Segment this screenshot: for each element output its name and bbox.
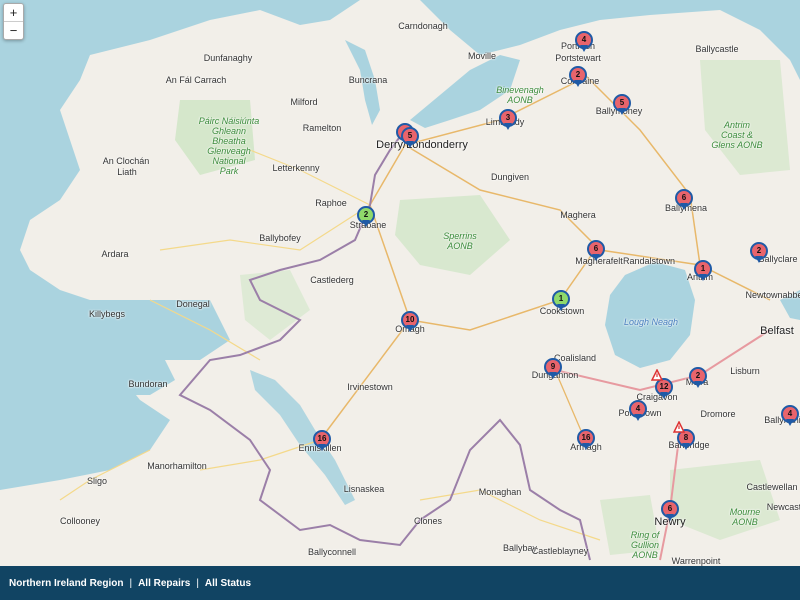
place-label-maghera: Maghera [560,210,596,220]
marker-pin-icon [318,444,326,451]
place-label-derry: Derry/Londonderry [376,139,468,151]
map-marker-moira[interactable]: 2 [689,367,707,391]
map-marker-portadown[interactable]: 4 [629,400,647,424]
place-label-dromore: Dromore [700,409,736,419]
place-label-ballybofey: Ballybofey [259,233,301,243]
place-label-collooney: Collooney [59,516,101,526]
map-marker-cookstown[interactable]: 1 [552,290,570,314]
place-label-donegal: Donegal [176,299,210,309]
map-marker-ballymoney[interactable]: 5 [613,94,631,118]
map-marker-ballyclare[interactable]: 2 [750,242,768,266]
all-repairs-link[interactable]: All Repairs [138,578,190,589]
marker-pin-icon [592,254,600,261]
marker-pin-icon [549,372,557,379]
marker-pin-icon [362,220,370,227]
place-label-mourne: Mourne AONB [729,507,761,527]
separator: | [196,577,199,589]
footer-bar: Northern Ireland Region | All Repairs | … [0,566,800,600]
map-marker-armagh[interactable]: 16 [577,429,595,453]
place-label-liath: Liath [117,167,137,177]
place-label-newtownabbey: Newtownabbe [745,290,800,300]
map-marker-coleraine[interactable]: 2 [569,66,587,90]
place-label-dungiven: Dungiven [490,172,530,182]
marker-pin-icon [666,514,674,521]
marker-pin-icon [680,203,688,210]
place-label-milford: Milford [290,97,318,107]
region-link[interactable]: Northern Ireland Region [9,578,123,589]
map-marker-ballymena[interactable]: 6 [675,189,693,213]
marker-pin-icon [618,108,626,115]
map-marker-magherafelt[interactable]: 6 [587,240,605,264]
place-label-anclochan: An Clochán [102,156,150,166]
place-label-binevenagh: Binevenagh AONB [496,85,544,105]
map-marker-derry-b[interactable]: 5 [401,127,419,151]
place-label-antrimcoast: Antrim Coast & Glens AONB [711,120,763,150]
marker-pin-icon [660,392,668,399]
marker-pin-icon [582,443,590,450]
place-label-sperrins: Sperrins AONB [443,231,477,251]
place-label-castlewellan: Castlewellan [746,482,798,492]
place-label-clones: Clones [413,516,443,526]
place-label-lisburn: Lisburn [730,366,760,376]
map-marker-limavady[interactable]: 3 [499,109,517,133]
place-label-killybegs: Killybegs [88,309,126,319]
marker-pin-icon [694,381,702,388]
place-label-ringofgullion: Ring of Gullion AONB [630,530,660,560]
marker-pin-icon [580,45,588,52]
map-marker-ballynahinch[interactable]: 4 [781,405,799,429]
place-label-ballyconnell: Ballyconnell [307,547,357,557]
marker-pin-icon [406,325,414,332]
place-label-belfast: Belfast [760,325,794,337]
place-label-warrenpoint: Warrenpoint [671,556,721,566]
map-marker-portrush[interactable]: 4 [575,31,593,55]
map-marker-newry[interactable]: 6 [661,500,679,524]
place-label-dunfanaghy: Dunfanaghy [203,53,253,63]
place-label-moville: Moville [467,51,497,61]
map-marker-enniskillen[interactable]: 16 [313,430,331,454]
place-label-glenveagh: Páirc Náisiúnta Ghleann Bheatha Glenveag… [198,116,260,176]
place-label-carndonagh: Carndonagh [398,21,448,31]
place-label-randalstown: Randalstown [622,256,676,266]
place-label-anfalcarrach: An Fál Carrach [165,75,227,85]
place-label-sligo: Sligo [86,476,108,486]
zoom-control: + − [3,3,24,40]
all-status-link[interactable]: All Status [205,578,251,589]
separator: | [129,577,133,589]
marker-pin-icon [406,141,414,148]
base-map [0,0,800,566]
place-label-lisnaskea: Lisnaskea [343,484,385,494]
marker-pin-icon [574,80,582,87]
place-label-manorhamilton: Manorhamilton [147,461,207,471]
marker-pin-icon [682,443,690,450]
map-view[interactable]: Carndonagh Dunfanaghy An Fál Carrach Milfor… [0,0,800,566]
place-label-newcastle: Newcastl [766,502,800,512]
marker-pin-icon [634,414,642,421]
map-marker-craigavon[interactable]: 12 [655,378,673,402]
marker-pin-icon [504,123,512,130]
warning-icon[interactable] [673,421,685,433]
marker-pin-icon [699,274,707,281]
place-label-monaghan: Monaghan [478,487,522,497]
map-marker-antrim[interactable]: 1 [694,260,712,284]
place-label-bundoran: Bundoran [128,379,168,389]
marker-pin-icon [557,304,565,311]
warning-icon[interactable] [651,369,663,381]
place-label-ardara: Ardara [101,249,129,259]
zoom-in-button[interactable]: + [4,4,23,22]
place-label-castlederg: Castlederg [310,275,354,285]
place-label-raphoe: Raphoe [315,198,347,208]
map-marker-strabane[interactable]: 2 [357,206,375,230]
place-label-buncrana: Buncrana [348,75,388,85]
place-label-irvinestown: Irvinestown [347,382,393,392]
marker-pin-icon [786,419,794,426]
marker-pin-icon [755,256,763,263]
zoom-out-button[interactable]: − [4,22,23,39]
place-label-castleblayney: Castleblayney [531,546,589,556]
place-label-ballycastle: Ballycastle [695,44,739,54]
map-marker-dungannon[interactable]: 9 [544,358,562,382]
place-label-loughneagh: Lough Neagh [623,317,679,327]
place-label-letterkenny: Letterkenny [272,163,320,173]
map-marker-omagh[interactable]: 10 [401,311,419,335]
place-label-ramelton: Ramelton [302,123,342,133]
